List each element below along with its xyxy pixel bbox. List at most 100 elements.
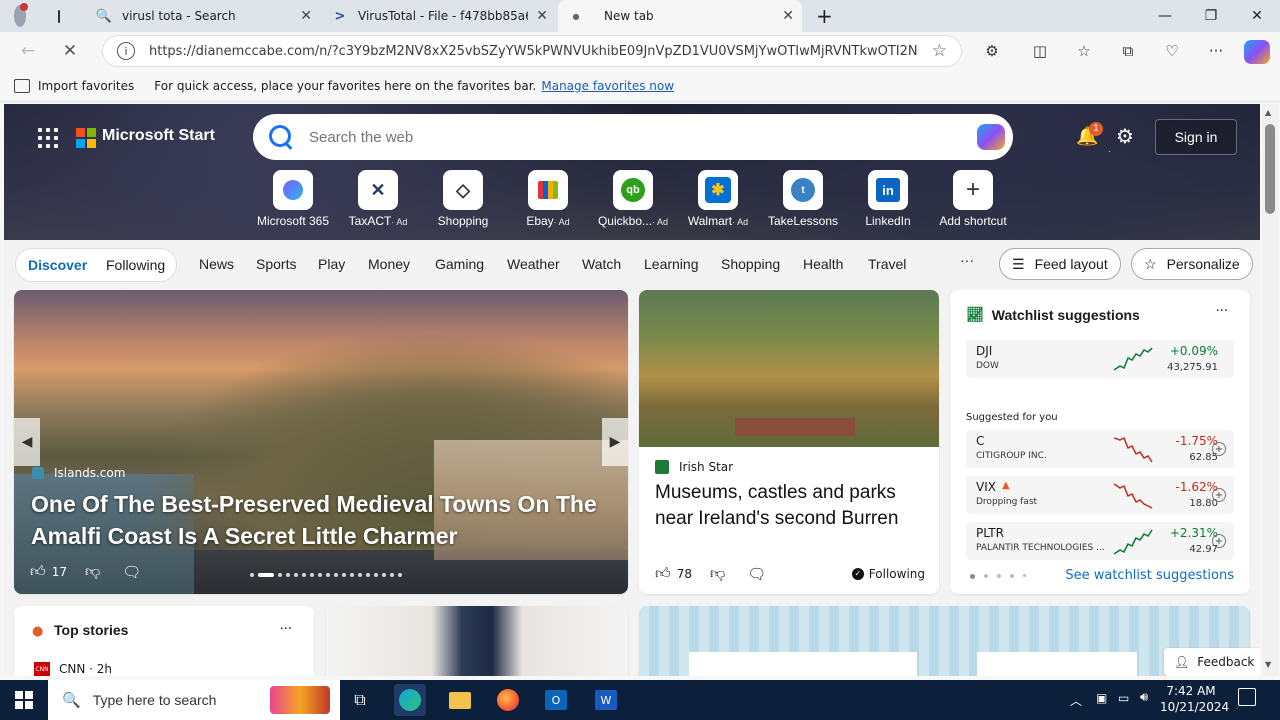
manage-favorites-link[interactable]: Manage favorites now (541, 79, 674, 93)
shortcut-add[interactable]: + Add shortcut (931, 170, 1015, 228)
notification-center-icon[interactable] (1238, 688, 1256, 706)
collections-icon[interactable]: ⧉ (1116, 40, 1140, 62)
nav-sports[interactable]: Sports (256, 256, 296, 272)
brand-title[interactable]: Microsoft Start (102, 127, 215, 145)
personalize-button[interactable]: ☆ Personalize (1131, 248, 1253, 280)
stock-row-dji[interactable]: DJI DOW +0.09% 43,275.91 (966, 340, 1234, 378)
settings-gear-icon[interactable]: ⚙ (1116, 124, 1134, 148)
volume-icon[interactable]: 🔊︎ (1140, 690, 1148, 705)
news-article-card[interactable]: Irish Star Museums, castles and parks ne… (639, 290, 939, 594)
nav-shopping[interactable]: Shopping (721, 256, 780, 272)
page-scrollbar[interactable]: ▲ ▼ (1262, 104, 1278, 676)
scroll-down-icon[interactable]: ▼ (1265, 660, 1271, 669)
new-tab-button[interactable]: + (806, 0, 836, 32)
tab-following[interactable]: Following (106, 257, 165, 273)
add-to-watchlist-icon[interactable]: + (1212, 442, 1226, 456)
outlook-button[interactable]: O (540, 684, 572, 716)
restore-button[interactable]: ❐ (1188, 0, 1234, 32)
close-window-button[interactable]: ✕ (1234, 0, 1280, 32)
firefox-button[interactable] (492, 684, 524, 716)
shortcut-microsoft-365[interactable]: Microsoft 365 (251, 170, 335, 228)
shortcut-ebay[interactable]: Ebay· Ad (506, 170, 590, 228)
nav-more-button[interactable]: ··· (960, 252, 974, 268)
copilot-icon[interactable] (977, 124, 1005, 150)
close-tab-icon[interactable]: ✕ (782, 8, 794, 24)
nav-news[interactable]: News (199, 256, 234, 272)
minimize-button[interactable]: — (1142, 0, 1188, 32)
comment-icon[interactable]: 🗨︎ (747, 565, 766, 583)
shortcut-takelessons[interactable]: t TakeLessons (761, 170, 845, 228)
start-button[interactable] (8, 684, 40, 716)
browser-essentials-icon[interactable]: ♡ (1160, 40, 1184, 62)
stock-row-vix[interactable]: VIX ▲ Dropping fast -1.62% 18.80 (966, 476, 1234, 514)
favorite-star-icon[interactable]: ☆ (932, 41, 947, 61)
nav-weather[interactable]: Weather (507, 256, 560, 272)
watchlist-more-button[interactable]: ··· (1216, 304, 1228, 319)
close-tab-icon[interactable]: ✕ (536, 8, 548, 24)
top-stories-more-button[interactable]: ··· (280, 622, 292, 637)
thumbs-up-icon[interactable]: 👍︎ (30, 562, 46, 581)
add-to-watchlist-icon[interactable]: + (1212, 534, 1226, 548)
shortcut-quickbooks[interactable]: qb Quickbo...· Ad (591, 170, 675, 228)
thumbs-up-icon[interactable]: 👍︎ (655, 564, 671, 583)
add-to-watchlist-icon[interactable]: + (1212, 488, 1226, 502)
more-icon[interactable]: ··· (1204, 40, 1228, 62)
shortcut-linkedin[interactable]: in LinkedIn (846, 170, 930, 228)
promo-wide-card[interactable] (639, 606, 1250, 676)
sign-in-button[interactable]: Sign in (1155, 119, 1237, 155)
nav-gaming[interactable]: Gaming (435, 256, 484, 272)
file-explorer-button[interactable] (444, 684, 476, 716)
hero-article-title[interactable]: One Of The Best-Preserved Medieval Towns… (31, 488, 611, 552)
back-button[interactable]: ← (14, 38, 42, 64)
system-clock[interactable]: 7:42 AM 10/21/2024 (1160, 683, 1229, 715)
search-input[interactable] (309, 128, 909, 146)
scrollbar-thumb[interactable] (1265, 124, 1275, 214)
tab-discover[interactable]: Discover (28, 257, 87, 273)
carousel-next-button[interactable]: ▶ (602, 418, 628, 466)
close-tab-icon[interactable]: ✕ (300, 8, 312, 24)
web-search-box[interactable] (253, 114, 1013, 160)
nav-travel[interactable]: Travel (868, 256, 906, 272)
address-bar[interactable]: i https://dianemccabe.com/n/?c3Y9bzM2NV8… (102, 35, 962, 67)
shortcut-shopping[interactable]: ◇ Shopping (421, 170, 505, 228)
copilot-icon[interactable] (1244, 40, 1270, 64)
nav-play[interactable]: Play (318, 256, 345, 272)
feed-layout-button[interactable]: ☰ Feed layout (999, 248, 1121, 280)
import-favorites-button[interactable]: Import favorites (38, 79, 134, 93)
comment-icon[interactable]: 🗨︎ (122, 563, 141, 581)
nav-learning[interactable]: Learning (644, 256, 699, 272)
tab-search[interactable]: 🔍 virusl tota - Search ✕ (86, 0, 320, 32)
favorites-icon[interactable]: ☆ (1072, 40, 1096, 62)
extensions-icon[interactable]: ⚙ (980, 40, 1004, 62)
see-watchlist-link[interactable]: See watchlist suggestions (1065, 568, 1234, 583)
scroll-up-icon[interactable]: ▲ (1265, 108, 1271, 117)
chevron-up-icon[interactable]: ︿ (1070, 692, 1082, 709)
shortcut-taxact[interactable]: ✕ TaxACT· Ad (336, 170, 420, 228)
app-launcher-icon[interactable] (38, 128, 58, 148)
word-button[interactable]: W (590, 684, 622, 716)
thumbs-down-icon[interactable]: 👎︎ (85, 562, 100, 581)
edge-taskbar-button[interactable] (394, 684, 426, 716)
stop-loading-button[interactable]: ✕ (56, 38, 84, 64)
network-icon[interactable]: ▣ (1096, 691, 1107, 705)
nav-money[interactable]: Money (368, 256, 410, 272)
following-status[interactable]: ✓ Following (851, 567, 925, 581)
split-screen-icon[interactable]: ◫ (1028, 40, 1052, 62)
info-icon[interactable]: i (117, 42, 135, 60)
stock-row-c[interactable]: C CITIGROUP INC. -1.75% 62.85 (966, 430, 1234, 468)
wifi-icon[interactable]: ▭ (1118, 691, 1129, 705)
hero-article[interactable]: ◀ ▶ Islands.com One Of The Best-Preserve… (14, 290, 628, 594)
tab-virustotal[interactable]: > VirusTotal - File - f478bb85a69a5 ✕ (322, 0, 556, 32)
tab-actions-button[interactable] (48, 0, 76, 32)
news-article-title[interactable]: Museums, castles and parks near Ireland'… (655, 480, 927, 532)
thumbs-down-icon[interactable]: 👎︎ (710, 564, 725, 583)
shortcut-walmart[interactable]: ✱ Walmart· Ad (676, 170, 760, 228)
promo-image-card[interactable] (326, 606, 628, 676)
task-view-button[interactable]: ⧉ (344, 684, 376, 716)
nav-watch[interactable]: Watch (582, 256, 621, 272)
stock-row-pltr[interactable]: PLTR PALANTIR TECHNOLOGIES ... +2.31% 42… (966, 522, 1234, 560)
profile-button[interactable] (4, 0, 46, 32)
tab-new[interactable]: ● New tab ✕ (558, 0, 802, 32)
taskbar-search[interactable]: 🔍 Type here to search (48, 680, 340, 720)
nav-health[interactable]: Health (803, 256, 843, 272)
